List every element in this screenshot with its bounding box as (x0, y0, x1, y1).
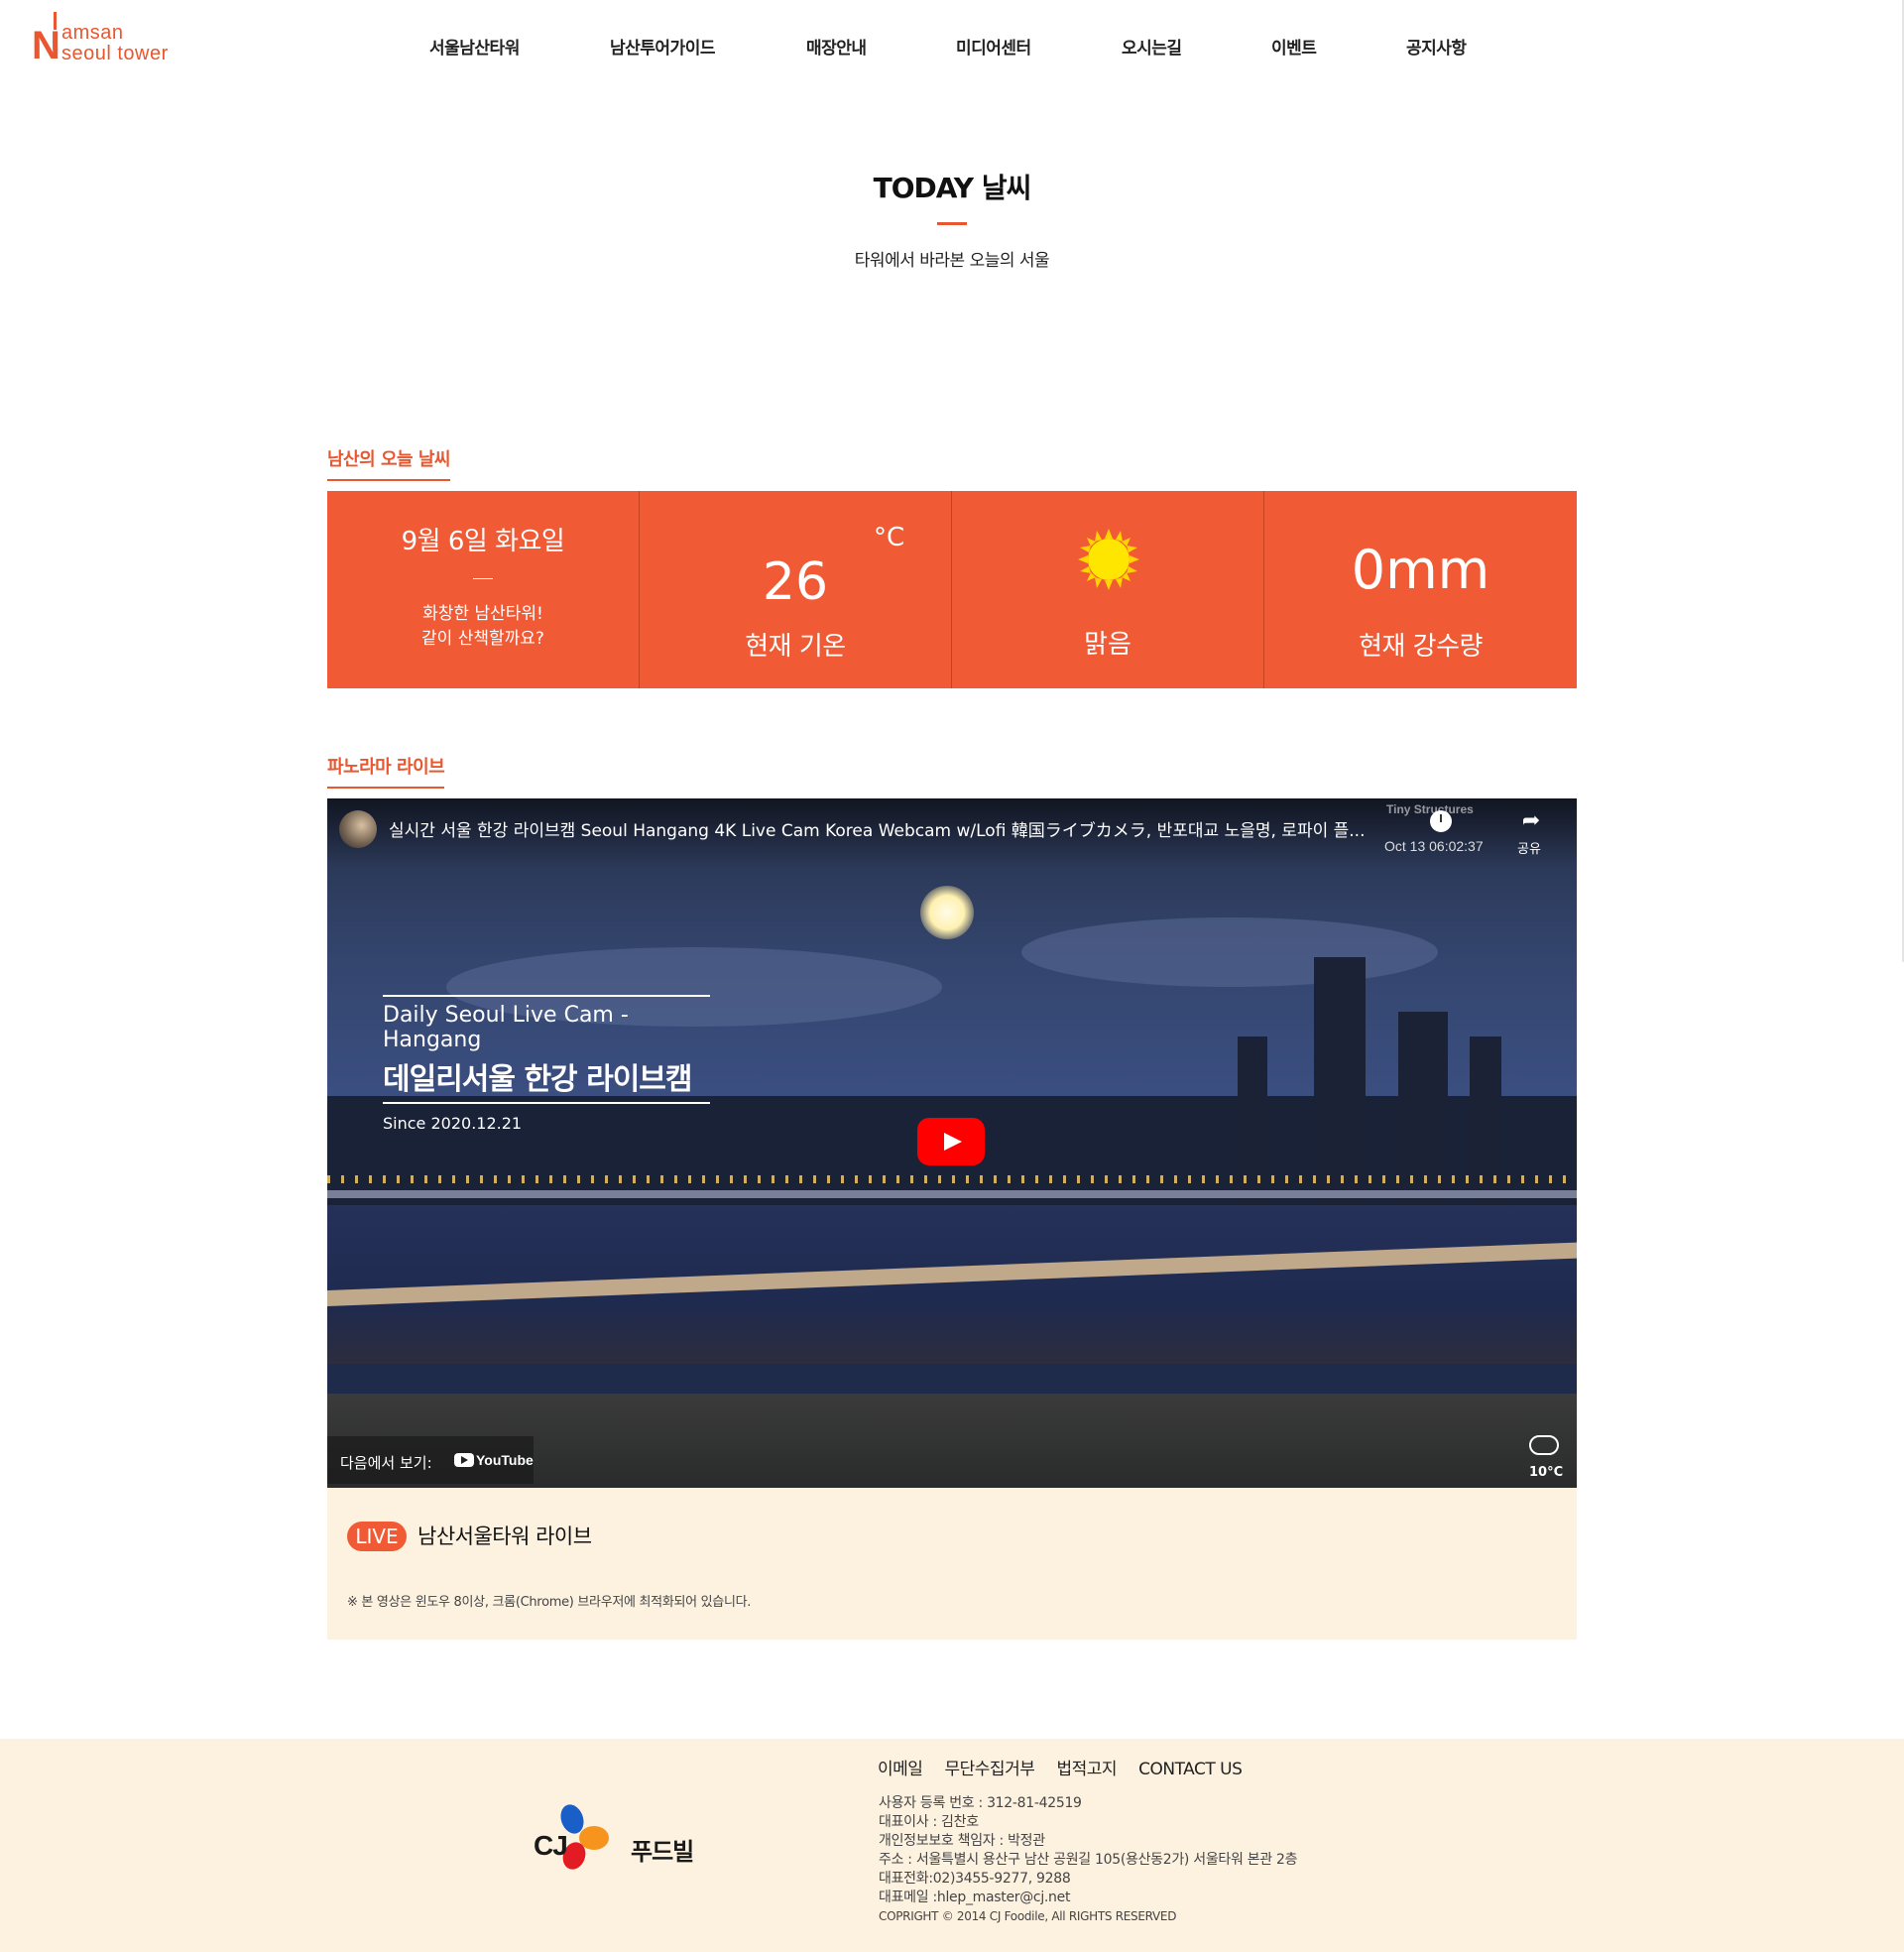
video-overlay-caption: Daily Seoul Live Cam - Hangang 데일리서울 한강 … (383, 995, 710, 1133)
info-line-registration: 사용자 등록 번호 : 312-81-42519 (879, 1795, 1082, 1811)
video-cloud (1021, 917, 1438, 987)
info-line-address: 주소 : 서울특별시 용산구 남산 공원길 105(용산동2가) 서울타워 본관… (879, 1852, 1298, 1868)
youtube-icon (454, 1453, 474, 1467)
rainfall-value: 0mm (1351, 539, 1490, 601)
weather-temperature-cell: °C 26 현재 기온 (640, 491, 952, 688)
overlay-rule (383, 1102, 710, 1104)
footer-link-no-collection[interactable]: 무단수집거부 (945, 1760, 1035, 1779)
nav-item-media-center[interactable]: 미디어센터 (956, 34, 1031, 59)
video-moon (920, 886, 974, 939)
share-label[interactable]: 공유 (1517, 838, 1541, 857)
overlay-line1: Daily Seoul Live Cam - Hangang (383, 1003, 629, 1052)
live-info-box: LIVE 남산서울타워 라이브 ※ 본 영상은 윈도우 8이상, 크롬(Chro… (327, 1488, 1577, 1640)
video-title[interactable]: 실시간 서울 한강 라이브캠 Seoul Hangang 4K Live Cam… (389, 816, 1400, 841)
weather-rainfall-cell: 0mm 현재 강수량 (1264, 491, 1577, 688)
footer-link-legal[interactable]: 법적고지 (1056, 1760, 1117, 1779)
panorama-heading: 파노라마 라이브 (327, 753, 445, 789)
site-footer: CJ 푸드빌 이메일 무단수집거부 법적고지 CONTACT US 사용자 등록… (0, 1739, 1904, 1952)
weather-date: 9월 6일 화요일 (401, 527, 565, 556)
footer-links: 이메일 무단수집거부 법적고지 CONTACT US (878, 1755, 1258, 1779)
page-title: TODAY 날씨 (873, 172, 1032, 204)
cj-brand-text: CJ (534, 1830, 568, 1861)
title-divider (937, 222, 967, 225)
main-nav: 서울남산타워 남산투어가이드 매장안내 미디어센터 오시는길 이벤트 공지사항 (0, 34, 1904, 60)
cloud-icon (1529, 1435, 1559, 1455)
youtube-logo[interactable]: YouTube (454, 1452, 534, 1468)
weather-divider (473, 578, 493, 579)
nav-item-notices[interactable]: 공지사항 (1406, 34, 1467, 59)
overlay-line3: Since 2020.12.21 (383, 1114, 523, 1133)
overlay-line2: 데일리서울 한강 라이브캠 (383, 1062, 693, 1097)
overlay-rule (383, 995, 710, 997)
copyright: COPRIGHT © 2014 CJ Foodile, All RIGHTS R… (879, 1909, 1177, 1923)
site-header: N amsan seoul tower 서울남산타워 남산투어가이드 매장안내 … (0, 0, 1904, 94)
weather-message: 화창한 남산타워! 같이 산책할까요? (327, 602, 639, 652)
video-weather-temp: 10°C (1529, 1465, 1564, 1480)
info-line-ceo: 대표이사 : 김찬호 (879, 1814, 979, 1830)
rainfall-label: 현재 강수량 (1359, 632, 1483, 662)
nav-item-directions[interactable]: 오시는길 (1122, 34, 1182, 59)
video-timestamp: Oct 13 06:02:37 (1384, 838, 1484, 854)
weather-condition-cell: 맑음 (952, 491, 1264, 688)
channel-watermark: Tiny Structures (1386, 802, 1474, 816)
video-building (1314, 957, 1366, 1205)
nav-item-stores[interactable]: 매장안내 (806, 34, 867, 59)
company-info: 사용자 등록 번호 : 312-81-42519 대표이사 : 김찬호 개인정보… (879, 1794, 1298, 1926)
browser-note: ※ 본 영상은 윈도우 8이상, 크롬(Chrome) 브라우저에 최적화되어 … (347, 1595, 752, 1610)
youtube-label: YouTube (476, 1452, 534, 1468)
weather-heading: 남산의 오늘 날씨 (327, 445, 450, 481)
nav-item-seoul-namsan-tower[interactable]: 서울남산타워 (429, 34, 520, 59)
watch-later-icon[interactable] (1430, 810, 1452, 832)
weather-date-cell: 9월 6일 화요일 화창한 남산타워! 같이 산책할까요? (327, 491, 640, 688)
cj-foodville-logo: CJ 푸드빌 (534, 1801, 712, 1884)
youtube-live-video[interactable]: 실시간 서울 한강 라이브캠 Seoul Hangang 4K Live Cam… (327, 798, 1577, 1488)
video-city-lights (327, 1175, 1577, 1183)
share-icon[interactable]: ➦ (1518, 810, 1544, 832)
weather-message-line1: 화창한 남산타워! (422, 604, 543, 624)
weather-message-line2: 같이 산책할까요? (421, 629, 544, 649)
info-line-privacy-officer: 개인정보보호 책임자 : 박정관 (879, 1833, 1045, 1849)
cj-brand-name: 푸드빌 (631, 1838, 694, 1866)
live-title: 남산서울타워 라이브 (417, 1525, 592, 1548)
footer-link-email[interactable]: 이메일 (878, 1760, 923, 1779)
watch-on-label: 다음에서 보기: (340, 1454, 432, 1472)
temperature-unit: °C (874, 523, 905, 552)
info-line-phone: 대표전화:02)3455-9277, 9288 (879, 1871, 1071, 1887)
video-far-bridge (327, 1190, 1577, 1198)
temperature-value: 26 (762, 552, 829, 612)
channel-avatar[interactable] (339, 810, 377, 848)
page-subtitle: 타워에서 바라본 오늘의 서울 (854, 251, 1050, 271)
info-line-email: 대표메일 :hlep_master@cj.net (879, 1890, 1071, 1905)
weather-condition: 맑음 (1084, 630, 1131, 660)
sun-icon (1078, 529, 1139, 590)
nav-item-tour-guide[interactable]: 남산투어가이드 (610, 34, 715, 59)
watch-on-youtube-bar[interactable]: 다음에서 보기: YouTube (327, 1436, 534, 1484)
footer-link-contact[interactable]: CONTACT US (1138, 1760, 1243, 1779)
live-badge: LIVE (347, 1522, 407, 1551)
temperature-label: 현재 기온 (745, 632, 846, 662)
nav-item-events[interactable]: 이벤트 (1271, 34, 1317, 59)
weather-panel: 9월 6일 화요일 화창한 남산타워! 같이 산책할까요? °C 26 현재 기… (327, 491, 1577, 688)
play-button[interactable] (917, 1118, 985, 1165)
